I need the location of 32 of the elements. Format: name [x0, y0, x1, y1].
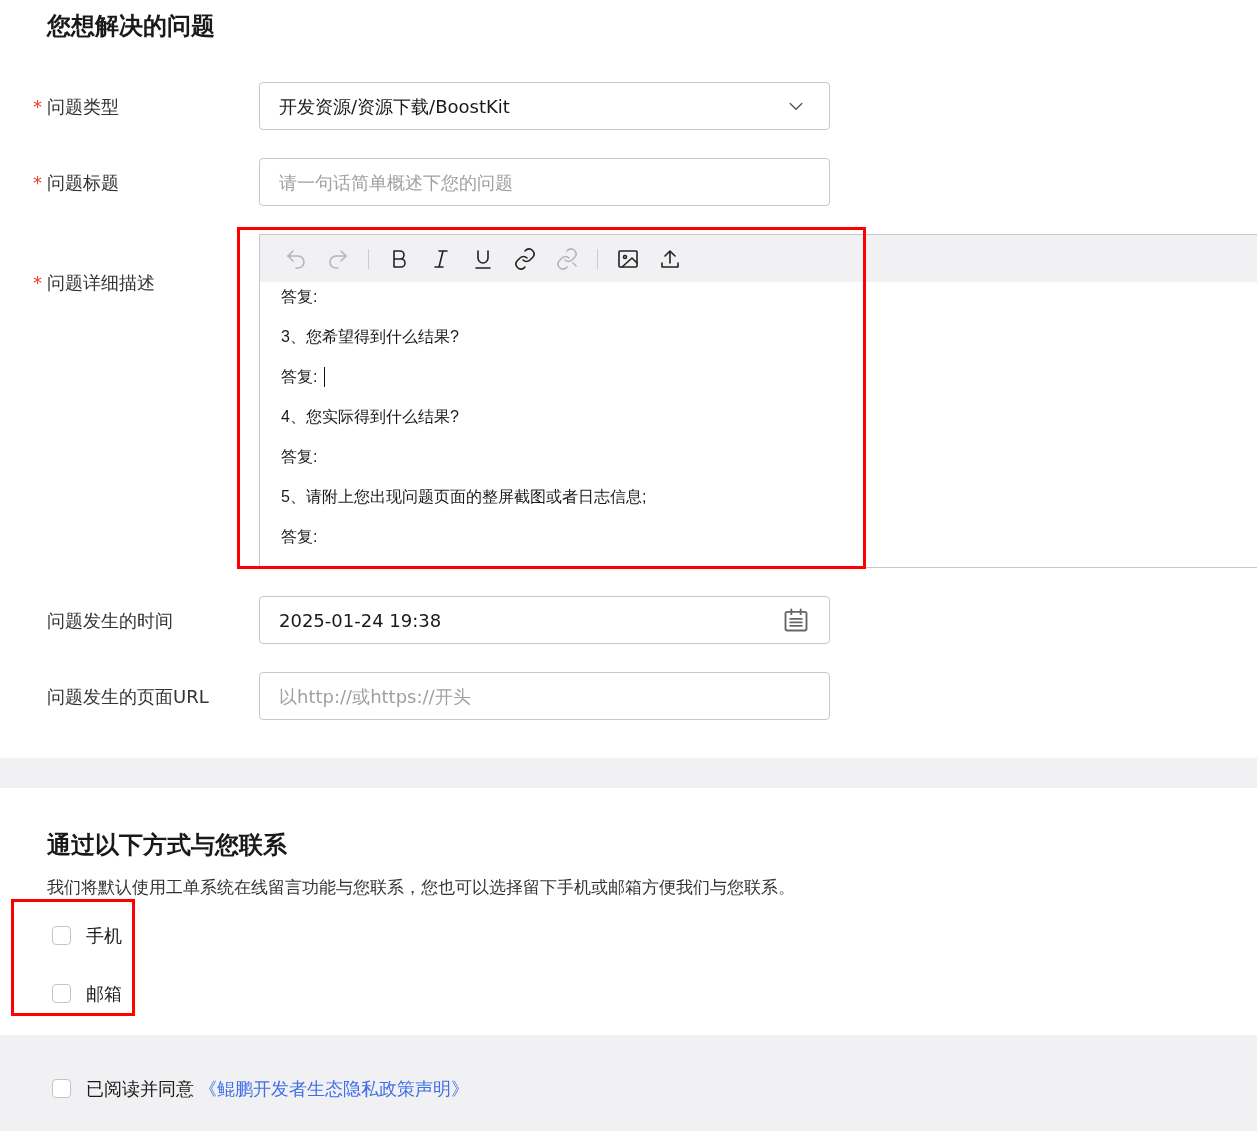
calendar-icon[interactable]: [782, 606, 810, 634]
required-asterisk: *: [33, 170, 42, 195]
field-label: 问题发生的时间: [47, 608, 173, 633]
privacy-policy-link[interactable]: 《鲲鹏开发者生态隐私政策声明》: [199, 1074, 469, 1102]
field-label: 问题详细描述: [47, 270, 155, 295]
date-field[interactable]: 2025-01-24 19:38: [259, 596, 830, 644]
agreement-text: 已阅读并同意: [86, 1076, 194, 1101]
section-title: 您想解决的问题: [45, 11, 216, 42]
editor-text-line: 答复:: [281, 447, 318, 467]
field-label: 问题发生的页面URL: [47, 684, 209, 709]
field-label: 问题类型: [47, 94, 119, 119]
checkbox[interactable]: [52, 1078, 71, 1098]
required-asterisk: *: [33, 94, 42, 119]
input-field[interactable]: 请一句话简单概述下您的问题: [259, 158, 830, 206]
rich-text-editor[interactable]: 答复: 3、您希望得到什么结果? 答复: 4、您实际得到什么结果? 答复: 5、请附上您出现问题页面的整屏截图或者日志信息; 答复:: [259, 234, 1257, 568]
editor-text-line: 答复:: [281, 527, 318, 547]
editor-text-line: 5、请附上您出现问题页面的整屏截图或者日志信息;: [281, 487, 647, 507]
editor-text-line: 4、您实际得到什么结果?: [281, 407, 459, 427]
input-field[interactable]: 以http://或https://开头: [259, 672, 830, 720]
checkbox[interactable]: [52, 926, 71, 945]
required-asterisk: *: [33, 270, 42, 295]
checkbox-label: 手机: [86, 924, 122, 948]
section-title: 通过以下方式与您联系: [46, 830, 288, 861]
checkbox[interactable]: [52, 984, 71, 1003]
checkbox-label: 邮箱: [86, 982, 122, 1006]
editor-text-line: 答复:: [281, 287, 318, 307]
field-label: 问题标题: [47, 170, 119, 195]
problem-type-select[interactable]: 开发资源/资源下载/BoostKit: [259, 82, 830, 130]
link-icon[interactable]: [513, 246, 537, 271]
editor-text-line: 答复:: [281, 367, 319, 387]
editor-text-line: 3、您希望得到什么结果?: [281, 327, 459, 347]
section-description: 我们将默认使用工单系统在线留言功能与您联系，您也可以选择留下手机或邮箱方便我们与您联系。: [46, 876, 796, 899]
